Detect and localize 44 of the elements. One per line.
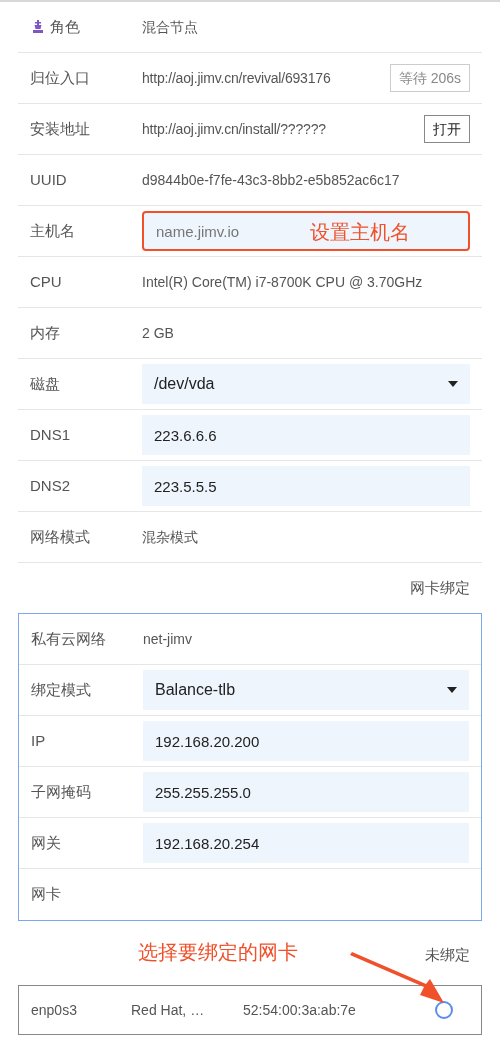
text-field[interactable]: 192.168.20.200 — [143, 721, 469, 761]
field-value: 混合节点 — [142, 17, 198, 37]
field-label: 归位入口 — [30, 67, 90, 88]
nic-name: enp0s3 — [31, 1000, 78, 1020]
field-label: 绑定模式 — [31, 679, 91, 700]
field-label: 主机名 — [30, 220, 75, 241]
field-label: 内存 — [30, 322, 60, 343]
caret-icon — [448, 381, 458, 387]
field-label: 网络模式 — [30, 526, 90, 547]
field-value: 2 GB — [142, 323, 174, 343]
field-label: 网关 — [31, 832, 61, 853]
field-value: http://aoj.jimv.cn/revival/693176 — [142, 68, 331, 88]
nic-vendor: Red Hat, … — [131, 1000, 206, 1020]
field-value: Intel(R) Core(TM) i7-8700K CPU @ 3.70GHz — [142, 272, 423, 292]
field-label: 私有云网络 — [31, 628, 106, 649]
text-field[interactable]: 223.6.6.6 — [142, 415, 470, 455]
text-field[interactable]: 255.255.255.0 — [143, 772, 469, 812]
field-label: IP — [31, 730, 46, 751]
field-value: http://aoj.jimv.cn/install/?????? — [142, 119, 326, 139]
text-field[interactable]: 223.5.5.5 — [142, 466, 470, 506]
caret-icon — [447, 687, 457, 693]
field-label: 网卡 — [31, 884, 61, 905]
annotation-text: 设置主机名 — [310, 220, 410, 245]
radio-button[interactable] — [435, 1001, 453, 1019]
nic-row[interactable]: enp0s3 Red Hat, … 52:54:00:3a:ab:7e — [18, 985, 482, 1035]
field-label: DNS1 — [30, 424, 70, 445]
field-value: net-jimv — [143, 629, 192, 649]
field-label: 磁盘 — [30, 373, 60, 394]
field-label: UUID — [30, 169, 67, 190]
field-label: CPU — [30, 271, 62, 292]
field-label: 安装地址 — [30, 118, 90, 139]
nic-mac: 52:54:00:3a:ab:7e — [243, 1000, 357, 1020]
field-value: d9844b0e-f7fe-43c3-8bb2-e5b852ac6c17 — [142, 170, 400, 190]
field-label: DNS2 — [30, 475, 70, 496]
field-label: 子网掩码 — [31, 781, 91, 802]
dropdown[interactable]: Balance-tlb — [143, 670, 469, 710]
field-label: 角色 — [50, 16, 80, 37]
action-button[interactable]: 打开 — [424, 115, 470, 143]
bond-link[interactable]: 网卡绑定 — [410, 576, 470, 600]
dropdown[interactable]: /dev/vda — [142, 364, 470, 404]
binding-status: 未绑定 — [425, 944, 470, 965]
annotation-text: 选择要绑定的网卡 — [138, 940, 298, 965]
field-value: 混杂模式 — [142, 527, 198, 547]
text-field[interactable]: 192.168.20.254 — [143, 823, 469, 863]
